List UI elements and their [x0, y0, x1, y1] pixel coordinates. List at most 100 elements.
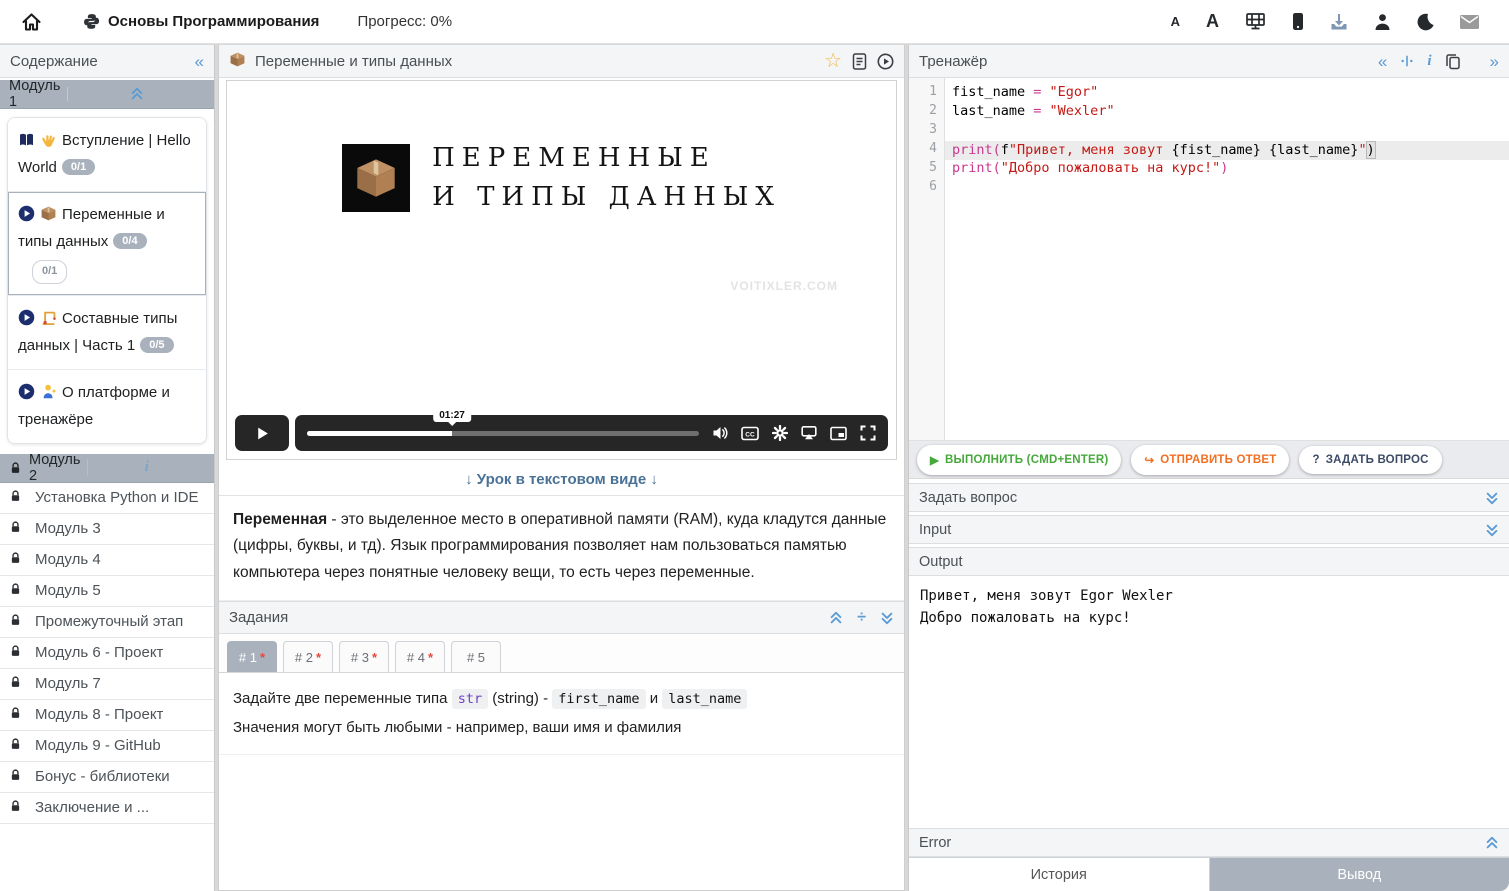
airplay-icon[interactable] [801, 425, 817, 441]
tasks-collapse-down-icon[interactable] [880, 611, 894, 625]
run-icon: ▶ [930, 453, 939, 467]
code-line[interactable]: last_name = "Wexler" [945, 103, 1509, 122]
favorite-star-icon[interactable]: ☆ [824, 51, 842, 71]
ask-label: ЗАДАТЬ ВОПРОС [1326, 454, 1429, 466]
sidebar-lesson-item[interactable]: Вступление | Hello World0/1 [8, 118, 206, 192]
module-2-header[interactable]: Модуль 2 i [0, 454, 214, 483]
code-line[interactable]: print(f"Привет, меня зовут {fist_name} {… [945, 141, 1509, 160]
volume-icon[interactable] [712, 425, 728, 441]
sidebar-module-locked[interactable]: Промежуточный этап [0, 607, 214, 638]
lock-icon [9, 582, 22, 600]
code-token: fist_name [952, 84, 1025, 100]
profile-icon[interactable] [1374, 13, 1391, 31]
playcircle-icon [18, 383, 35, 408]
chevrons-down-icon[interactable] [1485, 523, 1499, 537]
tab-history[interactable]: История [909, 858, 1210, 891]
sidebar-module-locked[interactable]: Модуль 6 - Проект [0, 638, 214, 669]
copy-icon[interactable] [1445, 53, 1461, 70]
required-asterisk: * [372, 650, 377, 665]
video-watermark: VOITIXLER.COM [730, 279, 838, 293]
sidebar-module-locked[interactable]: Установка Python и IDE [0, 483, 214, 514]
video-box-image [342, 144, 410, 212]
sidebar-module-locked[interactable]: Бонус - библиотеки [0, 762, 214, 793]
run-button[interactable]: ▶ ВЫПОЛНИТЬ (CMD+ENTER) [917, 445, 1121, 475]
tab-output[interactable]: Вывод [1210, 858, 1509, 891]
captions-icon[interactable]: CC [741, 426, 759, 441]
code-token: = [1025, 103, 1049, 119]
fullscreen-icon[interactable] [860, 425, 876, 441]
text-lesson-header[interactable]: ↓ Урок в текстовом виде ↓ [219, 464, 904, 496]
pip-icon[interactable] [830, 426, 847, 441]
input-section-label: Input [919, 522, 951, 538]
module-1-header[interactable]: Модуль 1 [0, 80, 214, 109]
settings-gear-icon[interactable] [772, 425, 788, 441]
font-increase-icon[interactable]: A [1206, 11, 1219, 32]
sidebar-module-locked[interactable]: Модуль 4 [0, 545, 214, 576]
trainer-info-icon[interactable]: i [1427, 53, 1431, 70]
ask-question-button[interactable]: ? ЗАДАТЬ ВОПРОС [1299, 446, 1441, 474]
code-token: "Привет, меня зовут [1009, 142, 1172, 158]
info-icon[interactable]: i [87, 459, 205, 476]
video-player[interactable]: ПЕРЕМЕННЫЕ И ТИПЫ ДАННЫХ VOITIXLER.COM 0… [226, 80, 897, 460]
sidebar-module-locked[interactable]: Модуль 7 [0, 669, 214, 700]
sidebar-module-locked[interactable]: Модуль 8 - Проект [0, 700, 214, 731]
sidebar-collapse-icon[interactable]: « [195, 53, 204, 70]
dark-mode-icon[interactable] [1417, 13, 1434, 31]
locked-module-label: Установка Python и IDE [35, 488, 198, 507]
ask-question-section[interactable]: Задать вопрос [909, 483, 1509, 512]
code-token: {last_name} [1269, 142, 1358, 158]
code-line[interactable] [945, 179, 1509, 198]
sidebar-lesson-item[interactable]: Переменные и типы данных0/40/1 [8, 192, 206, 296]
code-token: print [952, 160, 993, 176]
output-section[interactable]: Output [909, 547, 1509, 576]
chevrons-down-icon[interactable] [1485, 491, 1499, 505]
output-line: Добро пожаловать на курс! [920, 607, 1498, 629]
code-editor[interactable]: 123456 fist_name = "Egor"last_name = "We… [909, 78, 1509, 441]
code-line[interactable] [945, 122, 1509, 141]
sidebar-lesson-item[interactable]: Составные типы данных | Часть 10/5 [8, 296, 206, 370]
download-icon[interactable] [1330, 13, 1348, 31]
code-line[interactable]: print("Добро пожаловать на курс!") [945, 160, 1509, 179]
sidebar-module-locked[interactable]: Модуль 5 [0, 576, 214, 607]
task-tab[interactable]: # 2* [283, 641, 333, 672]
video-play-button[interactable] [235, 415, 289, 451]
code-lines[interactable]: fist_name = "Egor"last_name = "Wexler" pr… [945, 78, 1509, 440]
required-asterisk: * [428, 650, 433, 665]
line-number: 5 [909, 160, 944, 179]
video-time-tooltip: 01:27 [433, 409, 471, 422]
input-section[interactable]: Input [909, 515, 1509, 544]
split-vertical-icon[interactable] [1400, 54, 1414, 68]
sidebar-module-locked[interactable]: Модуль 9 - GitHub [0, 731, 214, 762]
task-tab[interactable]: # 5 [451, 641, 501, 672]
video-seek-bar[interactable]: 01:27 [307, 431, 699, 436]
document-icon[interactable] [852, 53, 867, 70]
autoplay-icon[interactable] [877, 53, 894, 70]
mobile-icon[interactable] [1292, 12, 1304, 31]
task-tab[interactable]: # 3* [339, 641, 389, 672]
code-line[interactable]: fist_name = "Egor" [945, 84, 1509, 103]
task-tab[interactable]: # 1* [227, 641, 277, 672]
course-header[interactable]: Основы Программирования [83, 13, 319, 30]
task-tab[interactable]: # 4* [395, 641, 445, 672]
home-icon[interactable] [22, 13, 41, 31]
chevrons-up-icon[interactable] [67, 87, 205, 101]
tasks-split-icon[interactable]: ÷ [857, 609, 866, 627]
error-section[interactable]: Error [909, 828, 1509, 857]
package-icon [229, 51, 246, 72]
display-icon[interactable] [1245, 12, 1266, 31]
sidebar-lesson-item[interactable]: О платформе и тренажёре [8, 370, 206, 443]
task-description: Задайте две переменные типа str (string)… [219, 673, 904, 755]
tasks-collapse-up-icon[interactable] [829, 611, 843, 625]
locked-module-label: Модуль 8 - Проект [35, 705, 163, 724]
submit-answer-button[interactable]: ↪ ОТПРАВИТЬ ОТВЕТ [1131, 445, 1289, 475]
sidebar-module-locked[interactable]: Модуль 3 [0, 514, 214, 545]
trainer-collapse-left-icon[interactable]: « [1378, 53, 1387, 70]
tasks-header: Задания ÷ [219, 601, 904, 634]
code-token: {fist_name} [1171, 142, 1260, 158]
trainer-collapse-right-icon[interactable]: » [1490, 53, 1499, 70]
mail-icon[interactable] [1460, 15, 1479, 29]
font-decrease-icon[interactable]: A [1171, 14, 1180, 29]
chevrons-up-icon[interactable] [1485, 836, 1499, 850]
sidebar-module-locked[interactable]: Заключение и ... [0, 793, 214, 824]
line-number: 6 [909, 179, 944, 198]
